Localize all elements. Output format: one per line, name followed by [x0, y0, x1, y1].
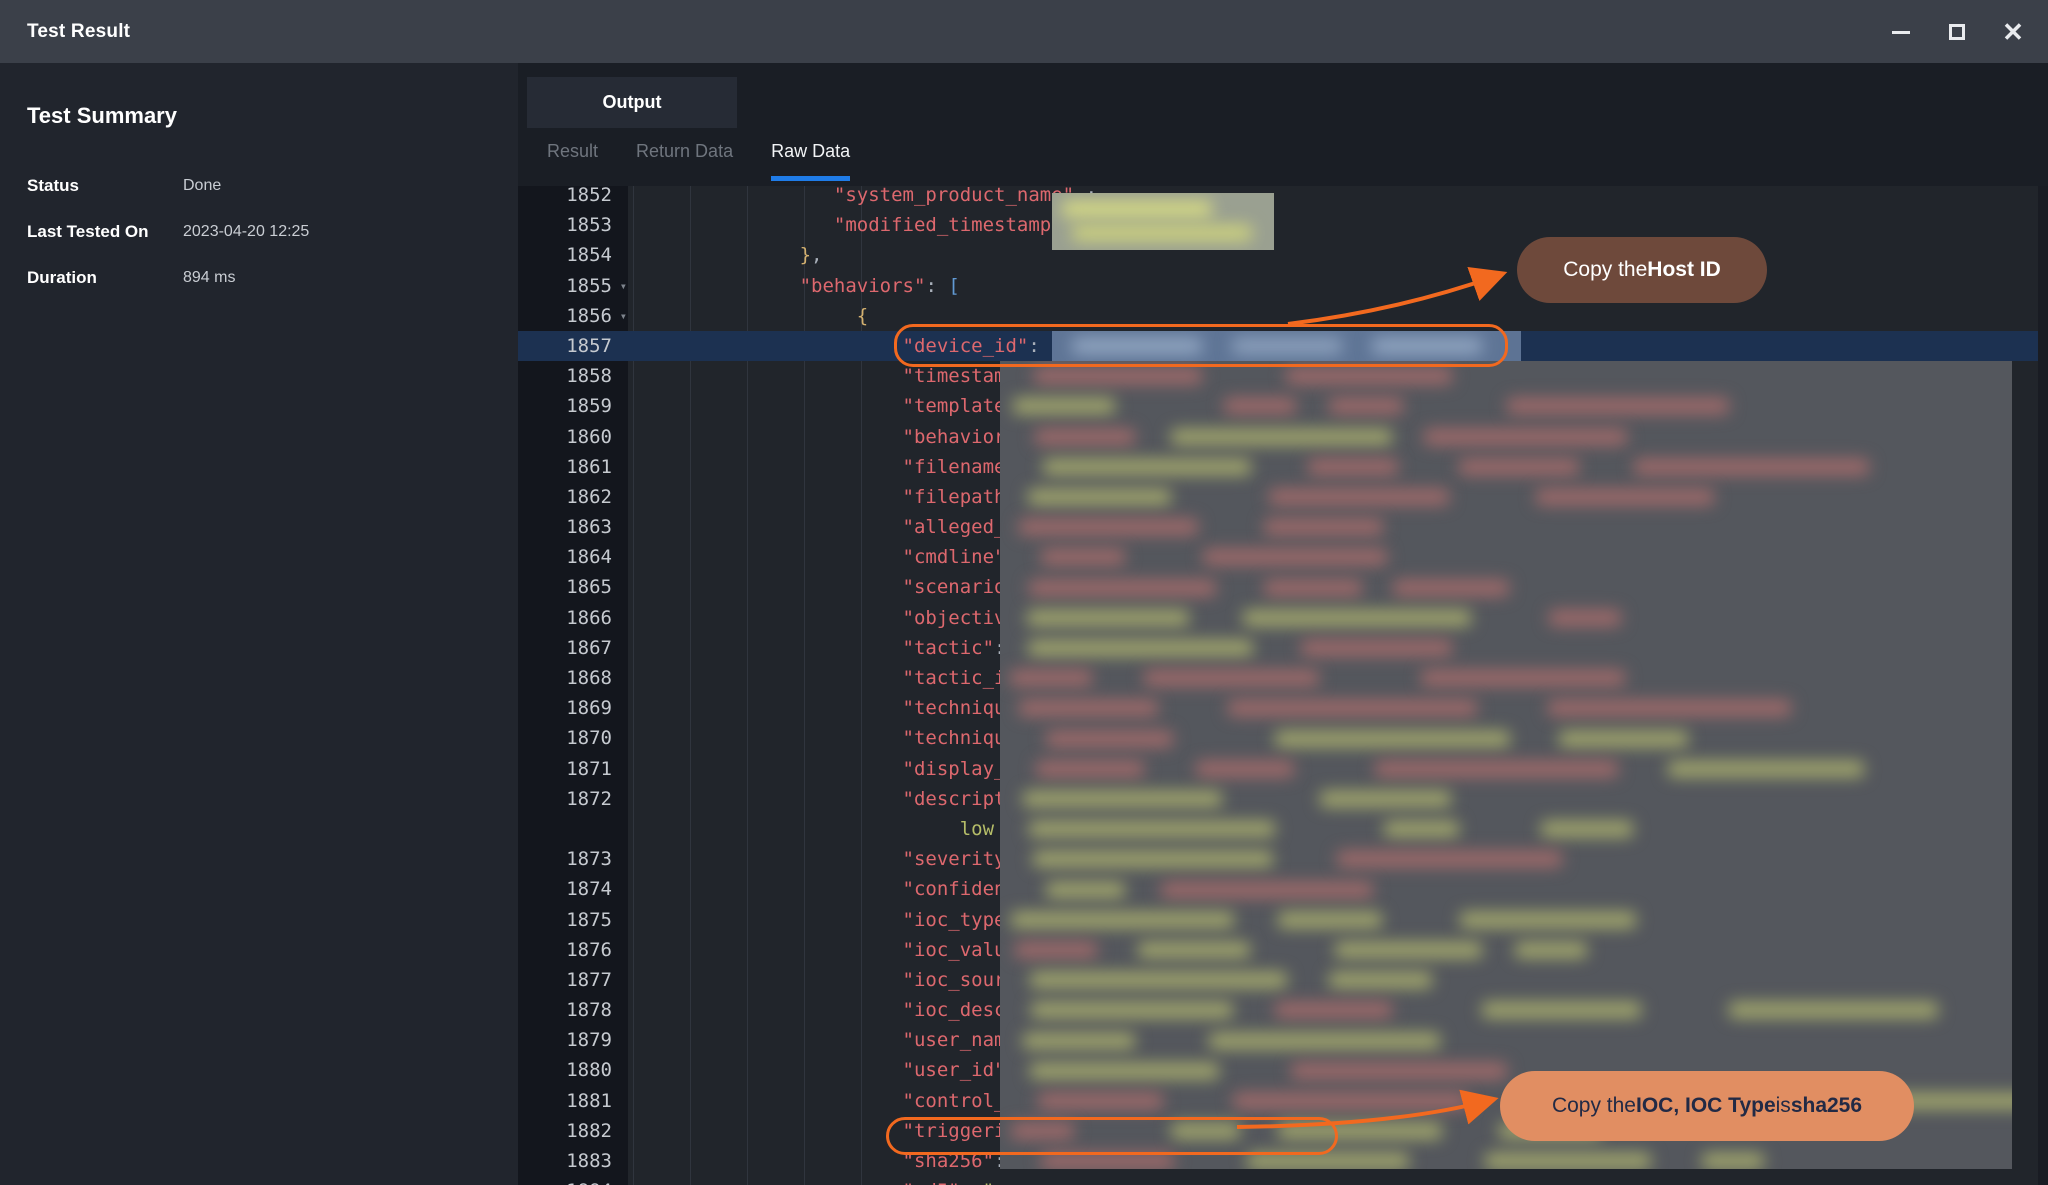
subtab-raw-data[interactable]: Raw Data: [771, 141, 850, 181]
code-row[interactable]: 1852 "system_product_name" :: [518, 186, 2040, 210]
summary-row: Last Tested On 2023-04-20 12:25: [27, 222, 497, 252]
summary-label: Duration: [27, 268, 97, 288]
line-number: 1868: [518, 663, 628, 693]
line-number: 1883: [518, 1146, 628, 1176]
summary-label: Last Tested On: [27, 222, 149, 242]
line-number: 1867: [518, 633, 628, 663]
window-controls: ✕: [1890, 0, 2024, 63]
line-number: 1882: [518, 1116, 628, 1146]
summary-title: Test Summary: [27, 103, 177, 129]
line-number: 1872: [518, 784, 628, 814]
line-number: 1863: [518, 512, 628, 542]
line-number: 1864: [518, 542, 628, 572]
ioc-arrow: [1225, 1085, 1505, 1135]
redacted-json-values: [1000, 361, 2012, 1169]
line-number: 1866: [518, 603, 628, 633]
copy-ioc-callout[interactable]: Copy the IOC, IOC Type is sha256: [1500, 1071, 1914, 1141]
code-row[interactable]: 1884 "md5": ": [518, 1176, 2040, 1185]
code-text: "modified_timestamp":: [628, 210, 2040, 240]
line-number: 1876: [518, 935, 628, 965]
test-result-window: Test Result ✕ Test Summary Status Done Las…: [0, 0, 2048, 1185]
tab-output[interactable]: Output: [527, 77, 737, 128]
scrollbar-track[interactable]: [2038, 186, 2048, 1185]
fold-caret-icon[interactable]: ▾: [620, 271, 627, 301]
line-number: 1873: [518, 844, 628, 874]
line-number: 1877: [518, 965, 628, 995]
line-number: 1860: [518, 422, 628, 452]
line-number: 1874: [518, 874, 628, 904]
line-number: 1875: [518, 905, 628, 935]
minimize-icon[interactable]: [1890, 21, 1912, 43]
code-text: "md5": ": [628, 1176, 2040, 1185]
line-number: 1857: [518, 331, 628, 361]
line-number: 1865: [518, 572, 628, 602]
host-id-arrow: [1270, 256, 1520, 336]
titlebar: Test Result ✕: [0, 0, 2048, 63]
line-number: 1878: [518, 995, 628, 1025]
window-title: Test Result: [27, 21, 130, 43]
summary-value: 894 ms: [183, 269, 235, 287]
callout-text: Copy the: [1552, 1094, 1636, 1118]
line-number: 1859: [518, 391, 628, 421]
summary-value: Done: [183, 177, 221, 195]
summary-label: Status: [27, 176, 79, 196]
line-number: 1879: [518, 1025, 628, 1055]
line-number: 1881: [518, 1086, 628, 1116]
callout-emphasis: IOC, IOC Type: [1636, 1094, 1776, 1118]
line-number: 1869: [518, 693, 628, 723]
summary-row: Duration 894 ms: [27, 268, 497, 298]
subtab-result[interactable]: Result: [547, 141, 598, 181]
callout-text: Copy the: [1563, 258, 1647, 282]
summary-row: Status Done: [27, 176, 497, 206]
copy-host-id-callout[interactable]: Copy the Host ID: [1517, 237, 1767, 303]
callout-emphasis: sha256: [1791, 1094, 1862, 1118]
line-number: 1862: [518, 482, 628, 512]
line-number: 1861: [518, 452, 628, 482]
maximize-icon[interactable]: [1946, 21, 1968, 43]
line-number: 1856▾: [518, 301, 628, 331]
line-number: 1880: [518, 1055, 628, 1085]
test-summary-panel: Test Summary Status Done Last Tested On 202…: [0, 63, 518, 1185]
code-text: "system_product_name" :: [628, 186, 2040, 210]
line-number: 1854: [518, 240, 628, 270]
line-number: 1852: [518, 186, 628, 210]
callout-text: is: [1776, 1094, 1791, 1118]
line-number: 1855▾: [518, 271, 628, 301]
fold-caret-icon[interactable]: ▾: [620, 301, 627, 331]
subtab-return-data[interactable]: Return Data: [636, 141, 733, 181]
line-number: 1853: [518, 210, 628, 240]
line-number: [518, 814, 628, 844]
output-subtabs: Result Return Data Raw Data: [547, 141, 850, 181]
summary-value: 2023-04-20 12:25: [183, 223, 309, 241]
code-row[interactable]: 1853 "modified_timestamp":: [518, 210, 2040, 240]
close-icon[interactable]: ✕: [2002, 21, 2024, 43]
redacted-timestamp-value: [1052, 193, 1274, 250]
line-number: 1871: [518, 754, 628, 784]
line-number: 1870: [518, 723, 628, 753]
callout-emphasis: Host ID: [1647, 258, 1721, 282]
line-number: 1884: [518, 1176, 628, 1185]
line-number: 1858: [518, 361, 628, 391]
